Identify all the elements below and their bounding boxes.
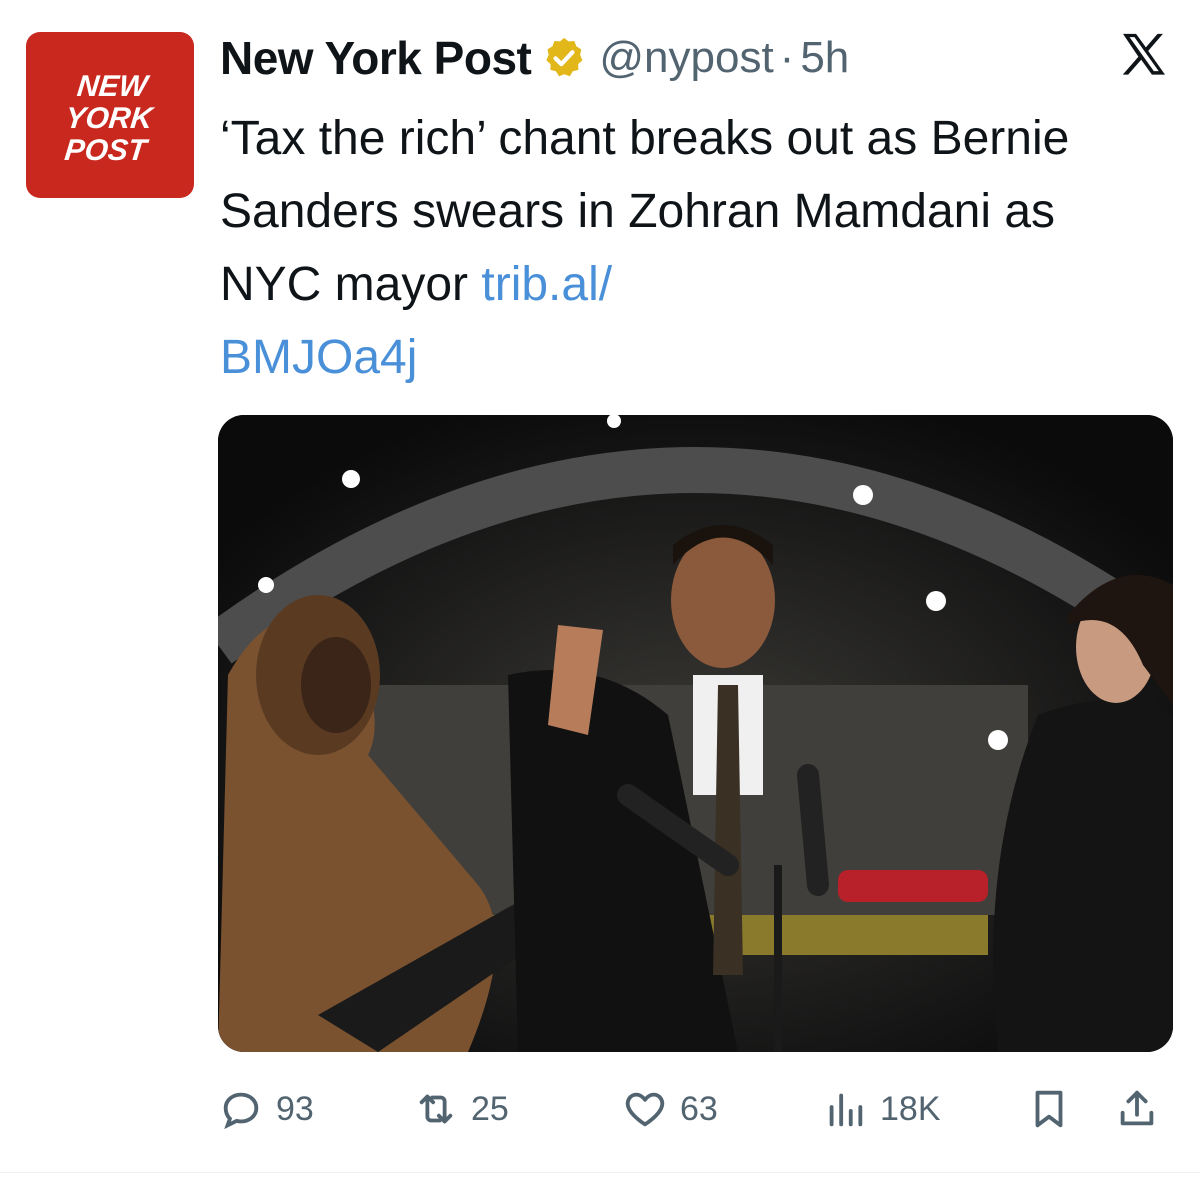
author-handle[interactable]: @nypost (599, 33, 773, 83)
reply-count: 93 (276, 1089, 314, 1128)
tweet-text: ‘Tax the rich’ chant breaks out as Berni… (220, 102, 1160, 394)
bookmark-icon (1035, 1090, 1063, 1128)
photo-scene (218, 415, 1173, 1052)
reply-icon (223, 1092, 259, 1130)
bookmark-button[interactable] (1026, 1078, 1072, 1140)
x-logo-icon[interactable] (1116, 28, 1172, 84)
person-left-face (301, 637, 371, 733)
repost-icon (419, 1094, 453, 1124)
logo-text-line1: NEW (76, 70, 152, 103)
repost-button[interactable]: 25 (413, 1078, 509, 1140)
tweet-header: New York Post @nypost · 5h (220, 28, 849, 88)
share-button[interactable] (1114, 1078, 1160, 1140)
tweet-link-part1[interactable]: trib.al/ (481, 258, 612, 311)
views-icon (829, 1093, 863, 1127)
bottom-divider (0, 1172, 1200, 1173)
person-center-face (671, 532, 775, 668)
nypost-logo: NEW YORK POST (63, 70, 156, 167)
person-center-tie (713, 685, 743, 975)
like-icon (625, 1092, 665, 1127)
views-button[interactable]: 18K (822, 1078, 941, 1140)
author-name[interactable]: New York Post (220, 31, 532, 85)
views-count: 18K (880, 1089, 941, 1128)
tweet-photo[interactable] (218, 415, 1173, 1052)
reply-button[interactable]: 93 (218, 1078, 314, 1140)
share-icon (1120, 1090, 1154, 1126)
post-time[interactable]: 5h (800, 33, 849, 83)
repost-count: 25 (471, 1089, 509, 1128)
like-button[interactable]: 63 (622, 1078, 718, 1140)
tweet-link-part2[interactable]: BMJOa4j (220, 331, 417, 384)
action-bar: 93 25 63 18K (218, 1078, 1168, 1140)
logo-text-line2: YORK (64, 102, 156, 135)
avatar[interactable]: NEW YORK POST (26, 32, 194, 198)
verified-badge-icon (546, 37, 583, 77)
like-count: 63 (680, 1089, 718, 1128)
red-book (838, 870, 988, 902)
separator-dot: · (779, 33, 795, 82)
tweet-body: ‘Tax the rich’ chant breaks out as Berni… (220, 112, 1070, 311)
logo-text-line3: POST (63, 134, 151, 167)
